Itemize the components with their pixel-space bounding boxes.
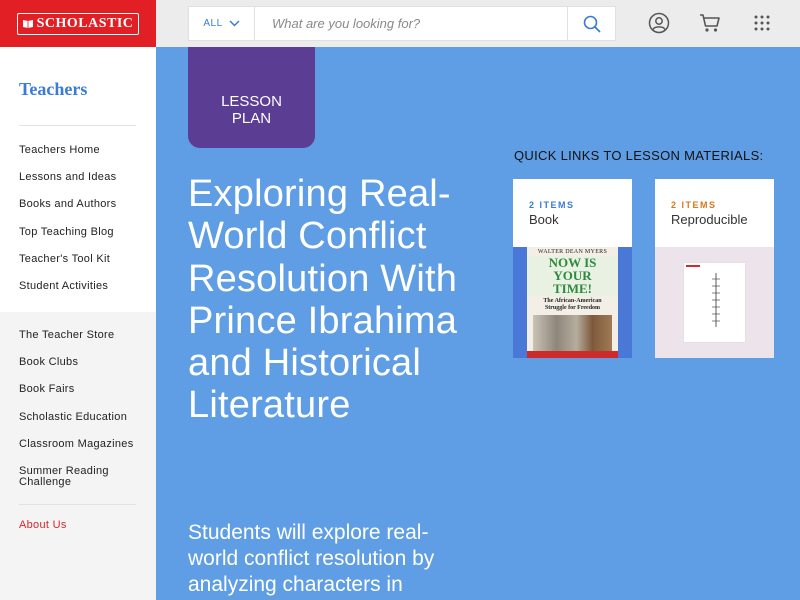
- worksheet-header-bar: [686, 265, 700, 267]
- sidebar-divider: [19, 504, 136, 505]
- sidebar-item-classroom-magazines[interactable]: Classroom Magazines: [19, 439, 134, 450]
- logo-frame: SCHOLASTIC: [16, 12, 140, 35]
- lesson-plan-badge: LESSON PLAN: [188, 47, 315, 148]
- logo-text: SCHOLASTIC: [36, 15, 134, 31]
- apps-grid-icon: [754, 15, 770, 31]
- quick-links-title: QUICK LINKS TO LESSON MATERIALS:: [514, 148, 764, 163]
- book-logo-icon: [22, 20, 33, 28]
- sidebar-item-teachers-tool-kit[interactable]: Teacher's Tool Kit: [19, 254, 110, 265]
- book-cover: WALTER DEAN MYERS NOW IS YOUR TIME! The …: [527, 247, 618, 358]
- sidebar-secondary-section: The Teacher Store Book Clubs Book Fairs …: [0, 312, 156, 600]
- sidebar-item-teacher-store[interactable]: The Teacher Store: [19, 330, 114, 341]
- badge-line-2: PLAN: [231, 110, 272, 127]
- sidebar-item-book-clubs[interactable]: Book Clubs: [19, 357, 78, 368]
- book-cover-image: WALTER DEAN MYERS NOW IS YOUR TIME! The …: [513, 247, 632, 358]
- quick-link-card-book[interactable]: 2 ITEMS Book WALTER DEAN MYERS NOW IS YO…: [513, 179, 632, 358]
- book-subtitle-line-1: The African-American: [543, 298, 602, 304]
- badge-line-1: LESSON: [221, 93, 282, 110]
- search-bar: ALL: [188, 6, 616, 41]
- cart-icon: [700, 14, 720, 32]
- book-title-block: NOW IS YOUR TIME!: [527, 256, 618, 296]
- sidebar-item-about-us[interactable]: About Us: [19, 520, 67, 531]
- site-header: SCHOLASTIC ALL: [0, 0, 800, 47]
- reproducible-preview-image: [655, 247, 774, 358]
- sidebar-item-lessons-and-ideas[interactable]: Lessons and Ideas: [19, 172, 116, 183]
- card-item-count: 2 ITEMS: [529, 200, 575, 210]
- sidebar-item-summer-reading-challenge[interactable]: Summer Reading Challenge: [19, 466, 119, 488]
- sidebar-item-teachers-home[interactable]: Teachers Home: [19, 145, 100, 156]
- search-button[interactable]: [567, 7, 615, 40]
- book-subtitle-line-2: Struggle for Freedom: [544, 305, 601, 311]
- sidebar-title[interactable]: Teachers: [19, 79, 87, 100]
- sidebar-item-scholastic-education[interactable]: Scholastic Education: [19, 412, 127, 423]
- sidebar-item-student-activities[interactable]: Student Activities: [19, 281, 108, 292]
- search-scope-dropdown[interactable]: ALL: [189, 7, 255, 40]
- search-scope-label: ALL: [203, 18, 223, 29]
- book-subtitle: The African-American Struggle for Freedo…: [527, 298, 618, 312]
- search-input[interactable]: [255, 7, 567, 40]
- search-icon: [583, 15, 601, 33]
- sidebar-item-top-teaching-blog[interactable]: Top Teaching Blog: [19, 227, 114, 238]
- timeline-graphic: [712, 273, 720, 327]
- sidebar-divider: [19, 125, 136, 126]
- cart-button[interactable]: [698, 11, 722, 35]
- book-title-line-3: TIME!: [553, 281, 592, 296]
- card-label: Reproducible: [671, 212, 748, 227]
- quick-link-card-reproducible[interactable]: 2 ITEMS Reproducible: [655, 179, 774, 358]
- account-button[interactable]: [647, 11, 671, 35]
- sidebar-item-books-and-authors[interactable]: Books and Authors: [19, 199, 116, 210]
- sidebar: Teachers Teachers Home Lessons and Ideas…: [0, 47, 156, 600]
- chevron-down-icon: [229, 20, 240, 27]
- user-icon: [648, 12, 670, 34]
- sidebar-item-book-fairs[interactable]: Book Fairs: [19, 384, 75, 395]
- card-item-count: 2 ITEMS: [671, 200, 717, 210]
- page-title: Exploring Real-World Conflict Resolution…: [188, 173, 458, 427]
- book-red-stripe: [527, 351, 618, 358]
- scholastic-logo[interactable]: SCHOLASTIC: [0, 0, 156, 47]
- card-label: Book: [529, 212, 559, 227]
- apps-menu-button[interactable]: [750, 11, 774, 35]
- worksheet-thumbnail: [684, 263, 745, 342]
- page-description: Students will explore real-world conflic…: [188, 521, 435, 600]
